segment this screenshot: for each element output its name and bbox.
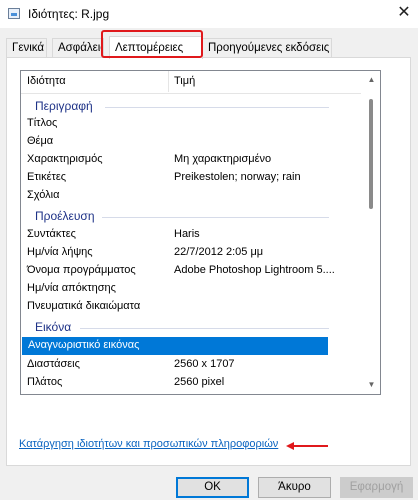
close-button[interactable]: ✕ [390,0,418,28]
property-name: Αναγνωριστικό εικόνας [28,339,140,351]
scrollbar-thumb[interactable] [369,99,373,209]
group-description: Περιγραφή [21,97,361,115]
property-name: Σχόλια [27,189,60,201]
tab-security[interactable]: Ασφάλεια [52,38,104,57]
column-divider[interactable] [168,71,169,92]
property-value[interactable]: Haris [174,228,200,240]
property-name: Πλάτος [27,376,63,388]
property-value[interactable]: 2560 pixel [174,376,224,388]
property-row-authors[interactable]: Συντάκτες Haris [21,226,361,244]
property-name: Όνομα προγράμματος [27,264,136,276]
remove-properties-link[interactable]: Κατάργηση ιδιοτήτων και προσωπικών πληρο… [19,438,278,450]
group-label: Προέλευση [35,209,95,223]
property-value[interactable]: Adobe Photoshop Lightroom 5.... [174,264,335,276]
property-name: Θέμα [27,135,54,147]
property-name: Χαρακτηρισμός [27,153,103,165]
scroll-up-icon[interactable]: ▲ [363,73,380,87]
property-row-dimensions[interactable]: Διαστάσεις 2560 x 1707 [21,356,361,374]
group-image: Εικόνα [21,318,361,336]
ok-button[interactable]: OK [176,477,249,498]
property-name: Τίτλος [27,117,58,129]
vertical-scrollbar[interactable]: ▲ ▼ [363,71,380,394]
property-value[interactable]: Μη χαρακτηρισμένο [174,153,271,165]
property-row-copyright[interactable]: Πνευματικά δικαιώματα [21,298,361,316]
property-row-comments[interactable]: Σχόλια [21,187,361,205]
property-value[interactable]: 2560 x 1707 [174,358,235,370]
cancel-button[interactable]: Άκυρο [258,477,331,498]
property-name: Ημ/νία απόκτησης [27,282,116,294]
property-value[interactable]: 22/7/2012 2:05 μμ [174,246,263,258]
property-name: Διαστάσεις [27,358,80,370]
image-file-icon [8,8,20,19]
tab-previous-versions[interactable]: Προηγούμενες εκδόσεις [202,38,332,57]
property-value[interactable]: Preikestolen; norway; rain [174,171,301,183]
title-bar: Ιδιότητες: R.jpg ✕ [0,0,418,28]
property-row-date-taken[interactable]: Ημ/νία λήψης 22/7/2012 2:05 μμ [21,244,361,262]
window-title: Ιδιότητες: R.jpg [28,7,110,21]
property-row-tags[interactable]: Ετικέτες Preikestolen; norway; rain [21,169,361,187]
group-label: Περιγραφή [35,99,93,113]
group-origin: Προέλευση [21,207,361,225]
properties-list[interactable]: Ιδιότητα Τιμή Περιγραφή Τίτλος Θέμα Χαρα… [20,70,381,395]
property-name: Πνευματικά δικαιώματα [27,300,141,312]
property-row-rating[interactable]: Χαρακτηρισμός Μη χαρακτηρισμένο [21,151,361,169]
tab-strip: Γενικά Ασφάλεια Λεπτομέρειες Προηγούμενε… [6,36,412,59]
property-name: Συντάκτες [27,228,76,240]
arrow-left-icon [286,442,294,450]
group-divider [105,107,329,108]
arrow-annotation [292,445,328,447]
group-divider [80,328,329,329]
property-row-title[interactable]: Τίτλος [21,115,361,133]
property-row-date-acquired[interactable]: Ημ/νία απόκτησης [21,280,361,298]
property-row-width[interactable]: Πλάτος 2560 pixel [21,374,361,392]
group-divider [102,217,329,218]
scroll-down-icon[interactable]: ▼ [363,378,380,392]
property-name: Ετικέτες [27,171,67,183]
tab-general[interactable]: Γενικά [6,38,47,57]
tab-highlight-annotation [101,30,203,58]
property-row-program-name[interactable]: Όνομα προγράμματος Adobe Photoshop Light… [21,262,361,280]
details-panel: Ιδιότητα Τιμή Περιγραφή Τίτλος Θέμα Χαρα… [6,57,411,466]
column-value[interactable]: Τιμή [174,75,195,87]
property-name: Ημ/νία λήψης [27,246,93,258]
group-label: Εικόνα [35,320,72,334]
apply-button[interactable]: Εφαρμογή [340,477,413,498]
column-property[interactable]: Ιδιότητα [27,75,66,87]
list-header: Ιδιότητα Τιμή [21,71,361,94]
property-row-image-id[interactable]: Αναγνωριστικό εικόνας [22,337,328,355]
property-row-subject[interactable]: Θέμα [21,133,361,151]
